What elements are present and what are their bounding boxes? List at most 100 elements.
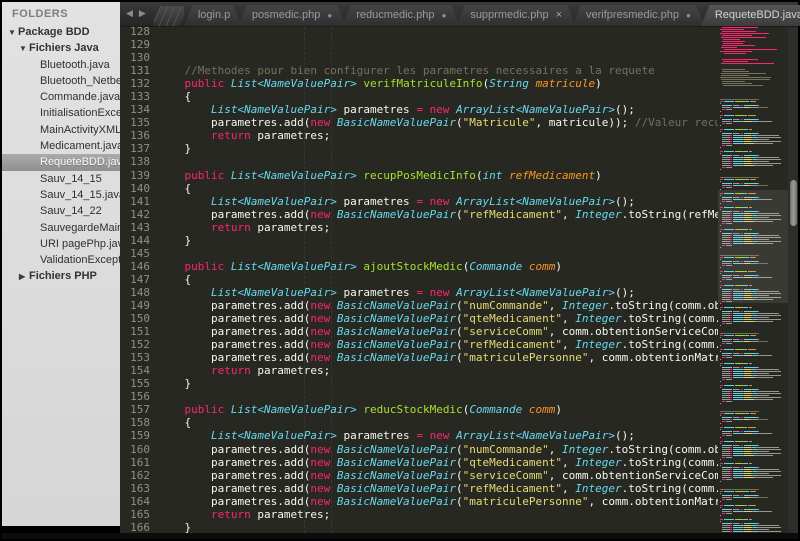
code-line: 160 parametres.add(new BasicNameValuePai… <box>120 443 718 456</box>
tree-file-sauv-14-15-java[interactable]: Sauv_14_15.java <box>2 187 120 203</box>
tree-item-label: Sauv_14_22 <box>40 205 102 217</box>
line-number: 162 <box>124 469 150 482</box>
collapsed-tabs-stack <box>154 4 184 26</box>
code-line: 134 List<NameValuePair> parametres = new… <box>120 103 718 116</box>
tab-bar: ◀ ▶ login.pposmedic.php●reducmedic.php●s… <box>120 2 798 27</box>
code-line: 154 return parametres; <box>120 364 718 377</box>
scrollbar-track[interactable] <box>788 27 798 533</box>
code-text: parametres.add(new BasicNameValuePair("q… <box>158 456 718 469</box>
tree-file-validationexceptio[interactable]: ValidationExceptio <box>2 252 120 268</box>
scrollbar-thumb[interactable] <box>790 180 797 226</box>
tab-label: supprmedic.php <box>470 5 548 26</box>
tree-file-uri-pagephp-java[interactable]: URI pagePhp.java <box>2 236 120 252</box>
tree-folder-package-bdd[interactable]: ▼Package BDD <box>2 24 120 40</box>
editor-window: FOLDERS ▼Package BDD▼Fichiers JavaBlueto… <box>0 0 800 541</box>
code-text: parametres.add(new BasicNameValuePair("r… <box>158 208 718 221</box>
tree-folder-fichiers-php[interactable]: ▶Fichiers PHP <box>2 268 120 284</box>
code-text: } <box>158 142 191 155</box>
tree-file-requetebdd-java[interactable]: RequeteBDD.java <box>2 154 120 170</box>
line-number: 138 <box>124 155 150 168</box>
folder-collapsed-icon[interactable]: ▶ <box>19 269 29 284</box>
code-line: 130 <box>120 51 718 64</box>
minimap[interactable] <box>718 27 788 533</box>
tree-item-label: SauvegardeMainA <box>40 222 120 234</box>
line-number: 149 <box>124 299 150 312</box>
folder-expanded-icon[interactable]: ▼ <box>19 41 29 56</box>
code-line: 131 //Methodes pour bien configurer les … <box>120 64 718 77</box>
line-number: 155 <box>124 377 150 390</box>
tab-label: posmedic.php <box>252 5 321 26</box>
line-number: 147 <box>124 273 150 286</box>
tree-file-mainactivityxml-x[interactable]: MainActivityXML.x <box>2 122 120 138</box>
tab-supprmedic-php[interactable]: supprmedic.php × <box>456 5 576 26</box>
tree-item-label: Sauv_14_15 <box>40 173 102 185</box>
code-line: 141 List<NameValuePair> parametres = new… <box>120 195 718 208</box>
tree-folder-fichiers-java[interactable]: ▼Fichiers Java <box>2 40 120 56</box>
code-line: 128 <box>120 27 718 38</box>
tab-posmedic-php[interactable]: posmedic.php● <box>238 5 346 26</box>
code-line: 146 public List<NameValuePair> ajoutStoc… <box>120 260 718 273</box>
tab-nav-left-icon[interactable]: ◀ <box>126 8 133 19</box>
line-number: 144 <box>124 234 150 247</box>
code-text: List<NameValuePair> parametres = new Arr… <box>158 195 635 208</box>
tree-file-sauvegardemaina[interactable]: SauvegardeMainA <box>2 220 120 236</box>
tree-file-sauv-14-22[interactable]: Sauv_14_22 <box>2 203 120 219</box>
line-number: 135 <box>124 116 150 129</box>
tree-item-label: ValidationExceptio <box>40 254 120 266</box>
code-text: public List<NameValuePair> reducStockMed… <box>158 403 562 416</box>
code-area[interactable]: 128129130131 //Methodes pour bien config… <box>120 27 718 533</box>
code-text: List<NameValuePair> parametres = new Arr… <box>158 286 635 299</box>
tree-file-initialisationexcep[interactable]: InitialisationExcep <box>2 105 120 121</box>
code-text: } <box>158 521 191 533</box>
code-text: { <box>158 90 191 103</box>
code-line: 140 { <box>120 182 718 195</box>
tree-file-commande-java[interactable]: Commande.java <box>2 89 120 105</box>
tab-nav-right-icon[interactable]: ▶ <box>139 8 146 19</box>
folders-header: FOLDERS <box>2 2 120 24</box>
line-number: 141 <box>124 195 150 208</box>
code-text: parametres.add(new BasicNameValuePair("m… <box>158 351 718 364</box>
tab-verifpresmedic-php[interactable]: verifpresmedic.php● <box>572 5 705 26</box>
code-line: 149 parametres.add(new BasicNameValuePai… <box>120 299 718 312</box>
code-text: parametres.add(new BasicNameValuePair("n… <box>158 443 718 456</box>
tab-close-icon[interactable]: × <box>556 5 562 26</box>
minimap-viewport[interactable] <box>718 190 788 303</box>
code-text: parametres.add(new BasicNameValuePair("M… <box>158 116 718 129</box>
line-number: 166 <box>124 521 150 533</box>
tree-file-medicament-java[interactable]: Medicament.java <box>2 138 120 154</box>
code-text: parametres.add(new BasicNameValuePair("s… <box>158 325 718 338</box>
line-number: 140 <box>124 182 150 195</box>
tree-file-sauv-14-15[interactable]: Sauv_14_15 <box>2 171 120 187</box>
code-line: 139 public List<NameValuePair> recupPosM… <box>120 169 718 182</box>
code-text: { <box>158 416 191 429</box>
tree-item-label: Medicament.java <box>40 140 120 152</box>
tab-reducmedic-php[interactable]: reducmedic.php● <box>342 5 460 26</box>
line-number: 153 <box>124 351 150 364</box>
code-line: 133 { <box>120 90 718 103</box>
code-text: //Methodes pour bien configurer les para… <box>158 64 655 77</box>
window-bottom-edge <box>2 533 798 539</box>
tree-file-bluetooth-netbea[interactable]: Bluetooth_Netbea <box>2 73 120 89</box>
tab-requetebdd-java[interactable]: RequeteBDD.java● <box>701 5 800 26</box>
line-number: 165 <box>124 508 150 521</box>
tree-file-bluetooth-java[interactable]: Bluetooth.java <box>2 57 120 73</box>
tree-item-label: MainActivityXML.x <box>40 124 120 136</box>
indent-guide <box>331 27 332 533</box>
code-text: parametres.add(new BasicNameValuePair("m… <box>158 495 718 508</box>
tab-login-p[interactable]: login.p <box>184 5 242 26</box>
code-line: 135 parametres.add(new BasicNameValuePai… <box>120 116 718 129</box>
code-line: 132 public List<NameValuePair> verifMatr… <box>120 77 718 90</box>
line-number: 161 <box>124 456 150 469</box>
code-line: 163 parametres.add(new BasicNameValuePai… <box>120 482 718 495</box>
tree-item-label: InitialisationExcep <box>40 107 120 119</box>
line-number: 130 <box>124 51 150 64</box>
code-line: 153 parametres.add(new BasicNameValuePai… <box>120 351 718 364</box>
tree-item-label: Bluetooth_Netbea <box>40 75 120 87</box>
tab-label: reducmedic.php <box>356 5 434 26</box>
line-number: 148 <box>124 286 150 299</box>
line-number: 157 <box>124 403 150 416</box>
line-number: 160 <box>124 443 150 456</box>
code-line: 157 public List<NameValuePair> reducStoc… <box>120 403 718 416</box>
folder-expanded-icon[interactable]: ▼ <box>8 25 18 40</box>
code-text: public List<NameValuePair> recupPosMedic… <box>158 169 602 182</box>
